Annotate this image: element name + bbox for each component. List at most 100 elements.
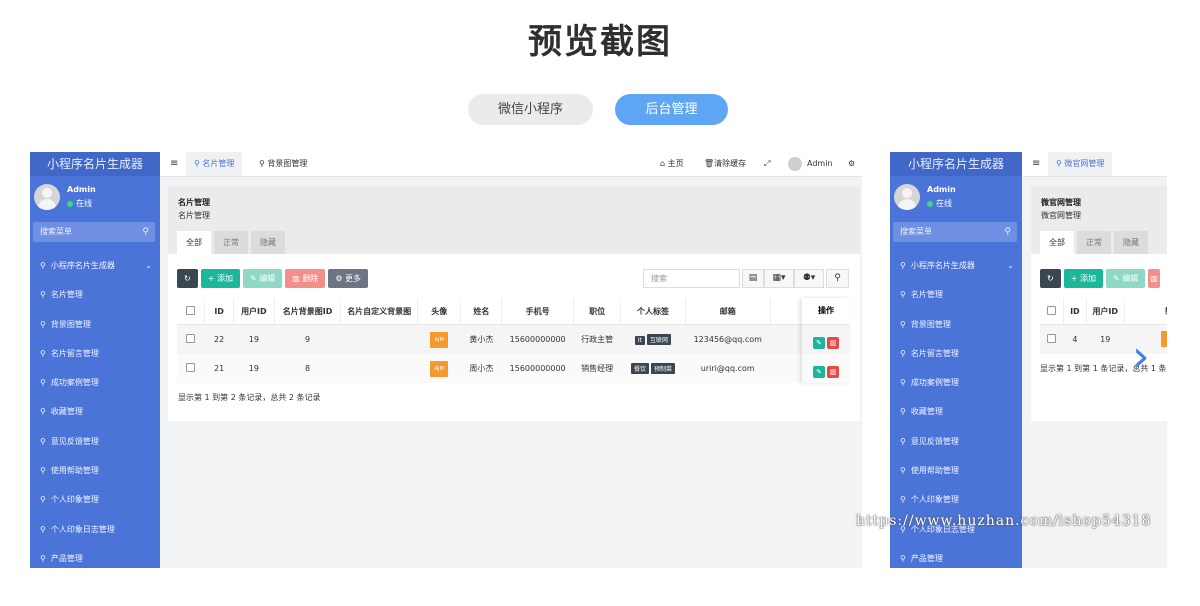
- map-pin-icon: ⚲: [40, 319, 46, 329]
- column-header[interactable]: 轮播图: [1124, 298, 1167, 325]
- settings-gear-icon[interactable]: ⚙: [848, 152, 855, 176]
- sidebar-item-background[interactable]: ⚲ 背景图管理: [30, 310, 160, 339]
- delete-button[interactable]: ▥: [1148, 269, 1161, 288]
- tab-card-management[interactable]: ⚲ 名片管理: [186, 152, 243, 176]
- filter-tab-normal[interactable]: 正常: [214, 231, 248, 254]
- avatar-thumbnail[interactable]: AJM: [430, 331, 449, 348]
- edit-row-button[interactable]: ✎: [813, 337, 825, 349]
- filter-tab-normal[interactable]: 正常: [1077, 231, 1111, 254]
- table-row[interactable]: 22 19 9 AJM 黄小杰 15600000000 行政主管 It 互联网 1…: [177, 324, 850, 354]
- add-button[interactable]: + 添加: [200, 269, 240, 288]
- tab-background-management[interactable]: ⚲ 背景图管理: [251, 152, 315, 176]
- column-header[interactable]: 手机号: [501, 298, 574, 325]
- sidebar-brand[interactable]: 小程序名片生成器: [890, 152, 1022, 176]
- chevron-right-icon[interactable]: ›: [1132, 335, 1150, 379]
- sidebar-item-cases[interactable]: ⚲ 成功案例管理: [30, 368, 160, 397]
- sidebar-item-favorites[interactable]: ⚲ 收藏管理: [890, 397, 1022, 426]
- search-icon[interactable]: ⚲: [826, 269, 849, 288]
- home-link[interactable]: ⌂ 主页: [660, 152, 684, 176]
- avatar-thumbnail[interactable]: AJM: [430, 360, 449, 377]
- delete-row-button[interactable]: ▥: [827, 337, 839, 349]
- sidebar-item-miniprogram[interactable]: ⚲ 小程序名片生成器 ⌄: [890, 251, 1022, 280]
- fullscreen-icon[interactable]: ⤢: [764, 152, 770, 176]
- clear-cache-link[interactable]: 🗑清除缓存: [704, 152, 746, 176]
- table-row[interactable]: 21 19 8 AJM 周小杰 15600000000 销售经理 餐饮 预制菜 u…: [177, 354, 850, 383]
- sidebar-item-background[interactable]: ⚲ 背景图管理: [890, 310, 1022, 339]
- refresh-button[interactable]: ↻: [177, 269, 198, 288]
- content-subtitle: 微官网管理: [1041, 211, 1081, 220]
- sidebar-item-help[interactable]: ⚲ 使用帮助管理: [30, 456, 160, 485]
- column-header[interactable]: 职位: [573, 298, 622, 325]
- table-search-input[interactable]: 搜索: [643, 269, 740, 288]
- table-view-icon[interactable]: ▤: [742, 269, 764, 288]
- checkbox[interactable]: [186, 363, 196, 372]
- sidebar-item-message[interactable]: ⚲ 名片留言管理: [30, 339, 160, 368]
- edit-button[interactable]: ✎ 编辑: [1105, 269, 1146, 288]
- tab-admin-backend[interactable]: 后台管理: [615, 94, 728, 125]
- column-header[interactable]: 用户ID: [1086, 298, 1125, 325]
- checkbox[interactable]: [1047, 334, 1057, 343]
- hamburger-menu-icon[interactable]: ≡: [170, 152, 178, 176]
- carousel-thumbnail[interactable]: [1160, 330, 1167, 347]
- sidebar-item-card[interactable]: ⚲ 名片管理: [30, 280, 160, 309]
- menu-search-input[interactable]: 搜索菜单 ⚲: [893, 222, 1017, 242]
- map-pin-icon: ⚲: [900, 495, 906, 505]
- sidebar-item-cases[interactable]: ⚲ 成功案例管理: [890, 368, 1022, 397]
- sidebar-item-products[interactable]: ⚲ 产品管理: [30, 544, 160, 568]
- admin-user-menu[interactable]: Admin: [788, 152, 833, 176]
- column-header[interactable]: 姓名: [460, 298, 503, 325]
- sidebar-item-impression-log[interactable]: ⚲ 个人印象日志管理: [30, 515, 160, 544]
- sidebar-item-impression[interactable]: ⚲ 个人印象管理: [30, 485, 160, 514]
- filter-tab-all[interactable]: 全部: [177, 231, 211, 254]
- sidebar-item-message[interactable]: ⚲ 名片留言管理: [890, 339, 1022, 368]
- delete-button[interactable]: ▥ 删除: [285, 269, 326, 288]
- filter-tab-hidden[interactable]: 隐藏: [251, 231, 285, 254]
- cell-avatar[interactable]: AJM: [417, 324, 461, 354]
- row-checkbox-cell[interactable]: [177, 324, 205, 354]
- tab-website-management[interactable]: ⚲ 微官网管理: [1048, 152, 1113, 176]
- search-icon[interactable]: ⚲: [1004, 222, 1011, 242]
- cell-name: 黄小杰: [460, 324, 502, 354]
- cell-avatar[interactable]: AJM: [417, 354, 461, 383]
- tab-wechat-miniprogram[interactable]: 微信小程序: [468, 94, 593, 125]
- column-header[interactable]: 头像: [417, 298, 462, 325]
- cell-user-id: 19: [233, 354, 275, 383]
- column-header[interactable]: ID: [1063, 298, 1087, 325]
- sidebar-item-miniprogram[interactable]: ⚲ 小程序名片生成器 ⌄: [30, 251, 160, 280]
- columns-toggle-icon[interactable]: ▦▾: [764, 269, 794, 288]
- checkbox[interactable]: [186, 334, 196, 343]
- edit-button[interactable]: ✎ 编辑: [242, 269, 283, 288]
- search-icon[interactable]: ⚲: [142, 222, 149, 242]
- row-checkbox-cell[interactable]: [1040, 324, 1064, 354]
- delete-row-button[interactable]: ▥: [827, 366, 839, 378]
- sidebar-brand[interactable]: 小程序名片生成器: [30, 152, 160, 176]
- sidebar-item-feedback[interactable]: ⚲ 意见反馈管理: [30, 427, 160, 456]
- refresh-button[interactable]: ↻: [1040, 269, 1061, 288]
- row-checkbox-cell[interactable]: [177, 354, 205, 383]
- export-user-icon[interactable]: ⚉▾: [794, 269, 824, 288]
- column-header[interactable]: ID: [204, 298, 234, 325]
- edit-row-button[interactable]: ✎: [813, 366, 825, 378]
- select-all-checkbox[interactable]: [1040, 298, 1065, 325]
- filter-tab-hidden[interactable]: 隐藏: [1114, 231, 1148, 254]
- checkbox[interactable]: [186, 305, 196, 315]
- column-header[interactable]: 用户ID: [233, 298, 275, 325]
- more-button[interactable]: ⚙ 更多: [328, 269, 369, 288]
- sidebar-item-card[interactable]: ⚲ 名片管理: [890, 280, 1022, 309]
- column-header[interactable]: 邮箱: [685, 298, 771, 325]
- column-header[interactable]: 名片背景图ID: [274, 298, 342, 325]
- sidebar-item-favorites[interactable]: ⚲ 收藏管理: [30, 397, 160, 426]
- sidebar-item-products[interactable]: ⚲ 产品管理: [890, 544, 1022, 568]
- sidebar-item-label: 小程序名片生成器: [910, 261, 975, 270]
- hamburger-menu-icon[interactable]: ≡: [1032, 152, 1040, 176]
- sidebar-item-help[interactable]: ⚲ 使用帮助管理: [890, 456, 1022, 485]
- sidebar-item-impression[interactable]: ⚲ 个人印象管理: [890, 485, 1022, 514]
- menu-search-input[interactable]: 搜索菜单 ⚲: [33, 222, 155, 242]
- column-header[interactable]: 名片自定义背景图: [340, 298, 419, 325]
- filter-tab-all[interactable]: 全部: [1040, 231, 1074, 254]
- checkbox[interactable]: [1047, 305, 1057, 315]
- select-all-checkbox[interactable]: [177, 298, 206, 325]
- column-header[interactable]: 个人标签: [620, 298, 686, 325]
- add-button[interactable]: + 添加: [1063, 269, 1103, 288]
- sidebar-item-feedback[interactable]: ⚲ 意见反馈管理: [890, 427, 1022, 456]
